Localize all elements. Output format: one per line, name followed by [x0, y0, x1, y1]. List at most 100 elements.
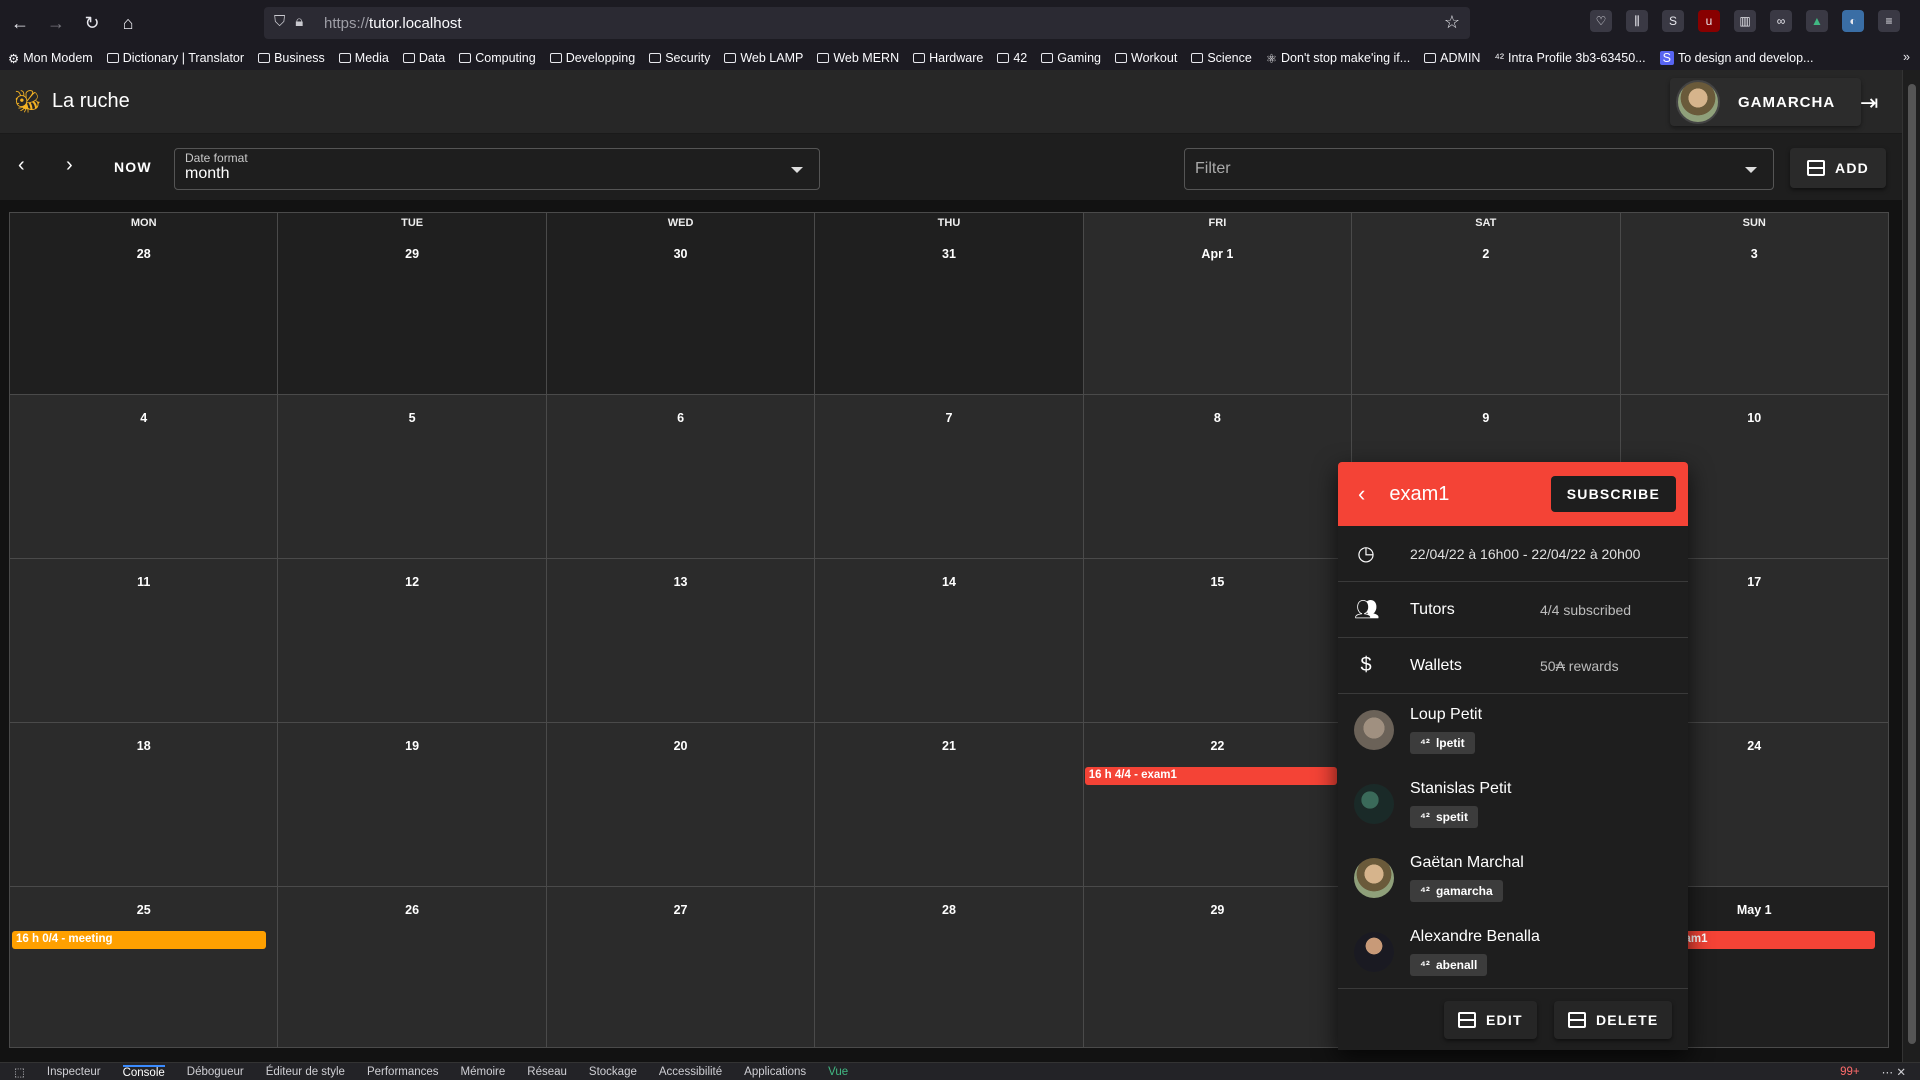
login-chip[interactable]: ⁴² spetit — [1410, 806, 1478, 828]
calendar-event-exam1[interactable]: 16 h 4/4 - exam1 — [1084, 767, 1337, 785]
extension-s-icon[interactable]: S — [1662, 10, 1684, 32]
reload-icon[interactable]: ↻ — [74, 5, 110, 41]
bookmark-star-icon[interactable]: ☆ — [1444, 12, 1460, 33]
page-scrollbar[interactable] — [1902, 70, 1920, 1062]
day-number[interactable]: 2 — [1352, 247, 1619, 261]
now-button[interactable]: NOW — [114, 159, 152, 175]
day-cell[interactable]: THU 31 — [814, 213, 1083, 394]
day-cell[interactable]: 13 — [545, 559, 814, 722]
bookmark-item[interactable]: ⚛ Don't stop make'ing if... — [1266, 51, 1410, 66]
devtools-tab-active[interactable]: Console — [122, 1064, 165, 1079]
ublock-icon[interactable]: u — [1698, 10, 1720, 32]
devtools-tab[interactable]: Mémoire — [461, 1066, 506, 1078]
day-number[interactable]: 30 — [547, 247, 814, 261]
home-icon[interactable]: ⌂ — [110, 5, 146, 41]
day-cell[interactable]: MON 28 — [10, 213, 278, 394]
bookmark-folder[interactable]: Media — [338, 51, 389, 65]
compass-icon[interactable]: ◐ — [1842, 10, 1864, 32]
bookmark-folder[interactable]: Web LAMP — [724, 51, 803, 65]
calendar-event-exam1-partial[interactable]: am1 — [1680, 931, 1875, 949]
bookmark-item[interactable]: S To design and develop... — [1659, 51, 1813, 65]
tutor-list-item[interactable]: Loup Petit ⁴² lpetit — [1338, 694, 1688, 768]
bookmark-item[interactable]: ⁴² Intra Profile 3b3-63450... — [1494, 51, 1645, 65]
chevron-double-right-icon[interactable]: » — [1903, 50, 1910, 64]
bookmark-folder[interactable]: Business — [258, 51, 325, 65]
day-number[interactable]: 7 — [815, 411, 1082, 425]
tutor-list-item[interactable]: Stanislas Petit ⁴² spetit — [1338, 768, 1688, 842]
day-cell[interactable]: 15 — [1082, 559, 1351, 722]
devtools-tab[interactable]: Performances — [367, 1066, 439, 1078]
day-number[interactable]: 29 — [1084, 903, 1351, 917]
day-number[interactable]: 14 — [815, 575, 1082, 589]
bookmark-folder[interactable]: Workout — [1115, 51, 1177, 65]
day-cell[interactable]: 12 — [277, 559, 545, 722]
forward-arrow-icon[interactable]: → — [38, 5, 74, 41]
devtools-tab[interactable]: Stockage — [589, 1066, 637, 1078]
devtools-tab[interactable]: Inspecteur — [47, 1066, 101, 1078]
login-chip[interactable]: ⁴² lpetit — [1410, 732, 1475, 754]
day-number[interactable]: 5 — [278, 411, 545, 425]
bookmark-folder[interactable]: Web MERN — [817, 51, 899, 65]
day-number[interactable]: 12 — [278, 575, 545, 589]
day-cell[interactable]: 8 — [1082, 395, 1351, 558]
day-cell[interactable]: 6 — [545, 395, 814, 558]
day-cell[interactable]: 18 — [10, 723, 277, 886]
day-number[interactable]: 9 — [1352, 411, 1619, 425]
lock-icon[interactable]: 🔒︎ — [295, 13, 303, 30]
day-cell[interactable]: 20 — [545, 723, 814, 886]
login-chip[interactable]: ⁴² abenall — [1410, 954, 1488, 976]
day-number[interactable]: 13 — [547, 575, 814, 589]
bookmark-folder[interactable]: Security — [649, 51, 710, 65]
day-number[interactable]: 21 — [815, 739, 1082, 753]
day-cell[interactable]: TUE 29 — [277, 213, 546, 394]
day-cell[interactable]: 28 — [814, 887, 1082, 1047]
day-cell[interactable]: 21 — [814, 723, 1082, 886]
more-options-icon[interactable]: ⋯ ✕ — [1882, 1065, 1906, 1079]
day-number[interactable]: 28 — [10, 247, 277, 261]
day-number[interactable]: 19 — [278, 739, 545, 753]
day-cell[interactable]: SAT 2 — [1351, 213, 1619, 394]
day-number[interactable]: 8 — [1084, 411, 1351, 425]
day-cell[interactable]: FRI Apr 1 — [1082, 213, 1351, 394]
devtools-tab[interactable]: Applications — [744, 1066, 806, 1078]
day-cell[interactable]: 7 — [814, 395, 1082, 558]
tutor-list-item[interactable]: Alexandre Benalla ⁴² abenall — [1338, 916, 1688, 990]
day-number[interactable]: 15 — [1084, 575, 1351, 589]
day-number[interactable]: 6 — [547, 411, 814, 425]
devtools-tab[interactable]: Vue — [828, 1066, 848, 1078]
day-cell[interactable]: 14 — [814, 559, 1082, 722]
logout-icon[interactable]: ⇥ — [1860, 90, 1878, 116]
bookmark-folder[interactable]: Developping — [549, 51, 635, 65]
vue-devtools-icon[interactable]: ▲ — [1806, 10, 1828, 32]
day-cell[interactable]: 11 — [10, 559, 277, 722]
pick-element-icon[interactable]: ⬚ — [14, 1065, 25, 1079]
bookmark-folder[interactable]: Hardware — [913, 51, 983, 65]
day-number[interactable]: 11 — [10, 575, 277, 589]
filter-select[interactable]: Filter — [1184, 148, 1774, 190]
day-cell[interactable]: SUN 3 — [1619, 213, 1888, 394]
add-button[interactable]: ADD — [1790, 148, 1886, 188]
menu-icon[interactable]: ≡ — [1878, 10, 1900, 32]
day-number[interactable]: 10 — [1621, 411, 1888, 425]
day-number[interactable]: 26 — [278, 903, 545, 917]
day-number[interactable]: 29 — [278, 247, 545, 261]
url-bar[interactable]: ⛉ 🔒︎ https://tutor.localhost ☆ — [264, 7, 1470, 39]
shield-icon[interactable]: ⛉ — [274, 13, 285, 30]
devtools-tab[interactable]: Réseau — [527, 1066, 567, 1078]
day-cell[interactable]: 27 — [545, 887, 814, 1047]
library-icon[interactable]: ⫼ — [1626, 10, 1648, 32]
day-number[interactable]: 22 — [1084, 739, 1351, 753]
bookmark-folder[interactable]: Data — [402, 51, 445, 65]
day-cell[interactable]: 5 — [277, 395, 545, 558]
day-number[interactable]: 31 — [815, 247, 1082, 261]
day-number[interactable]: 28 — [815, 903, 1082, 917]
day-cell[interactable]: 29 — [1082, 887, 1351, 1047]
back-arrow-icon[interactable]: ← — [2, 5, 38, 41]
bookmark-folder[interactable]: Dictionary | Translator — [106, 51, 244, 65]
error-count-badge[interactable]: 99+ — [1840, 1066, 1860, 1078]
bookmark-folder[interactable]: ADMIN — [1424, 51, 1480, 65]
bookmark-folder[interactable]: 42 — [997, 51, 1027, 65]
day-number[interactable]: 3 — [1621, 247, 1888, 261]
mask-icon[interactable]: ∞ — [1770, 10, 1792, 32]
day-number[interactable]: 27 — [547, 903, 814, 917]
